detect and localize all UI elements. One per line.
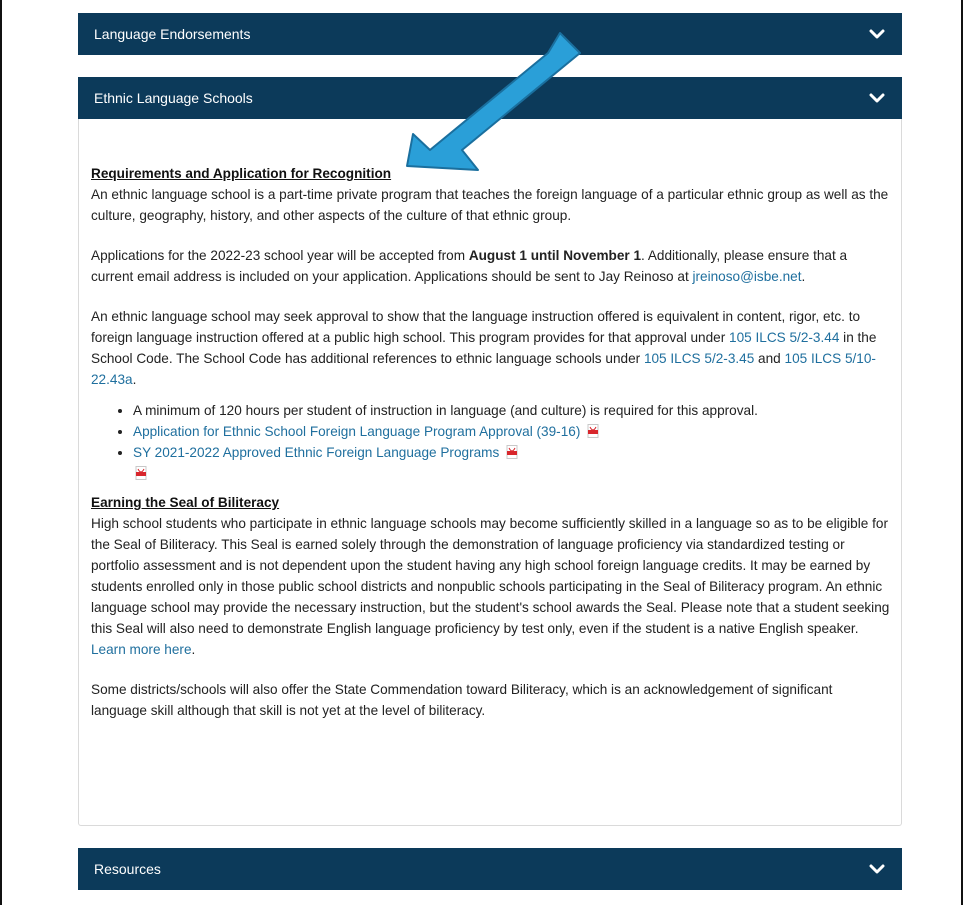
learn-more-link[interactable]: Learn more here	[91, 642, 192, 657]
accordion-title: Resources	[94, 861, 161, 877]
application-form-link[interactable]: Application for Ethnic School Foreign La…	[133, 424, 580, 439]
requirements-list: A minimum of 120 hours per student of in…	[91, 400, 891, 484]
pdf-icon[interactable]	[135, 465, 147, 480]
applications-paragraph: Applications for the 2022-23 school year…	[91, 248, 848, 284]
approval-paragraph: An ethnic language school may seek appro…	[91, 309, 877, 387]
list-item: SY 2021-2022 Approved Ethnic Foreign Lan…	[133, 442, 891, 484]
seal-paragraph: High school students who participate in …	[91, 516, 890, 657]
chevron-down-icon	[868, 862, 886, 876]
chevron-down-icon	[868, 27, 886, 41]
accordion-panel-content: Requirements and Application for Recogni…	[91, 163, 891, 721]
statute-link-2-3-45[interactable]: 105 ILCS 5/2-3.45	[644, 351, 754, 366]
pdf-icon[interactable]	[506, 444, 518, 459]
accordion-language-endorsements[interactable]: Language Endorsements	[78, 13, 902, 55]
accordion-title: Language Endorsements	[94, 26, 251, 42]
section-heading: Requirements and Application for Recogni…	[91, 166, 392, 181]
intro-paragraph: An ethnic language school is a part-time…	[91, 187, 889, 223]
section-heading: Earning the Seal of Biliteracy	[91, 495, 280, 510]
accordion-resources[interactable]: Resources	[78, 848, 902, 890]
accordion-ethnic-language-schools[interactable]: Ethnic Language Schools	[78, 77, 902, 119]
list-item: Application for Ethnic School Foreign La…	[133, 421, 891, 442]
statute-link-2-3-44[interactable]: 105 ILCS 5/2-3.44	[729, 330, 839, 345]
commendation-paragraph: Some districts/schools will also offer t…	[91, 682, 833, 718]
accordion-title: Ethnic Language Schools	[94, 90, 253, 106]
list-item: A minimum of 120 hours per student of in…	[133, 400, 891, 421]
application-dates: August 1 until November 1	[468, 248, 642, 263]
pdf-icon[interactable]	[587, 423, 599, 438]
chevron-down-icon	[868, 91, 886, 105]
approved-programs-link[interactable]: SY 2021-2022 Approved Ethnic Foreign Lan…	[133, 445, 499, 460]
email-link[interactable]: jreinoso@isbe.net	[693, 269, 802, 284]
